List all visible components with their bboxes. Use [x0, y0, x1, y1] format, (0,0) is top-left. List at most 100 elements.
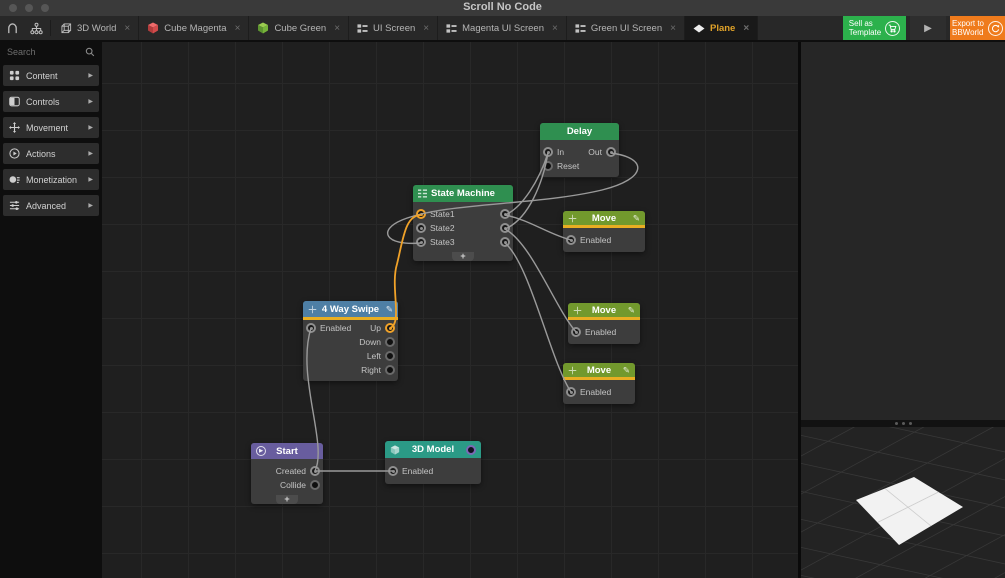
ui-screen-icon	[575, 23, 586, 33]
sidebar-item-label: Movement	[26, 122, 69, 133]
sidebar-item-controls[interactable]: Controls ▶	[3, 91, 99, 112]
wire-state3-to-move3-enabled[interactable]	[504, 242, 572, 393]
inspector-panel	[798, 42, 1005, 420]
play-icon: ▶	[924, 22, 932, 34]
node-move-2[interactable]: Move ✎ Enabled	[568, 303, 640, 344]
tab-cube-green[interactable]: Cube Green ×	[249, 16, 350, 40]
app-window: { "window": { "title": "Scroll No Code" …	[0, 0, 1005, 578]
chevron-right-icon: ▶	[88, 99, 93, 105]
node-graph-canvas[interactable]: Delay In Out Reset State Machine State1 …	[102, 42, 798, 578]
node-move-1-header[interactable]: Move ✎	[563, 211, 645, 225]
tab-bar: 3D World × Cube Magenta × Cube Green × U…	[0, 16, 1005, 42]
red-cube-icon	[148, 22, 159, 34]
tab-label: Green UI Screen	[590, 22, 663, 34]
panel-resize-handle[interactable]	[798, 420, 1005, 427]
chevron-right-icon: ▶	[88, 73, 93, 79]
node-move-3-header[interactable]: Move ✎	[563, 363, 635, 377]
port-4ws-left[interactable]	[385, 351, 395, 361]
tab-green-ui-screen[interactable]: Green UI Screen ×	[567, 16, 685, 40]
tab-label: Plane	[709, 22, 736, 34]
edit-pencil-icon[interactable]: ✎	[633, 211, 640, 225]
port-4ws-right[interactable]	[385, 365, 395, 375]
edit-pencil-icon[interactable]: ✎	[628, 303, 635, 317]
ui-screen-icon	[446, 23, 457, 33]
node-delay-header[interactable]: Delay	[540, 123, 619, 140]
ui-screen-icon	[357, 23, 368, 33]
wire-layer	[306, 152, 639, 472]
node-4-way-swipe-header[interactable]: 4 Way Swipe ✎	[303, 301, 398, 317]
tab-close-icon[interactable]: ×	[423, 23, 429, 34]
sidebar-item-actions[interactable]: Actions ▶	[3, 143, 99, 164]
tab-separator	[50, 20, 51, 36]
tab-plane[interactable]: Plane ×	[684, 16, 759, 40]
tab-close-icon[interactable]: ×	[334, 23, 340, 34]
tab-ui-screen[interactable]: UI Screen ×	[349, 16, 439, 40]
node-move-3[interactable]: Move ✎ Enabled	[563, 363, 635, 404]
tab-close-icon[interactable]: ×	[670, 23, 676, 34]
sidebar-item-advanced[interactable]: Advanced ▶	[3, 195, 99, 216]
sidebar-item-monetization[interactable]: Monetization ▶	[3, 169, 99, 190]
sell-as-template-button[interactable]: Sell as Template	[843, 16, 906, 40]
tab-label: Magenta UI Screen	[462, 22, 544, 34]
model-indicator[interactable]	[466, 441, 476, 458]
tab-close-icon[interactable]: ×	[743, 23, 749, 34]
preview-3d-viewport[interactable]	[798, 427, 1005, 578]
port-start-collide[interactable]	[310, 480, 320, 490]
node-state-machine[interactable]: State Machine State1 State2 State3 +	[413, 185, 513, 261]
drag-dots-icon	[901, 422, 905, 425]
node-delay[interactable]: Delay In Out Reset	[540, 123, 619, 177]
green-cube-icon	[258, 22, 269, 34]
sidebar-item-content[interactable]: Content ▶	[3, 65, 99, 86]
cube-icon	[390, 441, 400, 458]
content-icon	[9, 70, 20, 81]
list-icon	[418, 185, 427, 202]
node-3d-model-header[interactable]: 3D Model	[385, 441, 481, 458]
node-state-machine-header[interactable]: State Machine	[413, 185, 513, 202]
edit-pencil-icon[interactable]: ✎	[386, 301, 393, 317]
node-start[interactable]: ▶ Start Created Collide +	[251, 443, 323, 504]
node-start-header[interactable]: ▶ Start	[251, 443, 323, 459]
search-input[interactable]: Search	[0, 42, 102, 62]
port-state2-in[interactable]	[416, 223, 426, 233]
sidebar-item-label: Controls	[26, 96, 60, 107]
sidebar-item-label: Actions	[26, 148, 56, 159]
sidebar-item-movement[interactable]: Movement ▶	[3, 117, 99, 138]
add-state-button[interactable]: +	[452, 252, 474, 261]
tab-close-icon[interactable]: ×	[552, 23, 558, 34]
port-state3-in[interactable]	[416, 237, 426, 247]
sidebar-item-label: Content	[26, 70, 58, 81]
plane-icon	[693, 24, 705, 32]
node-3d-model[interactable]: 3D Model Enabled	[385, 441, 481, 484]
tab-close-icon[interactable]: ×	[124, 23, 130, 34]
component-sidebar: Search Content ▶ Controls ▶ Movement ▶ A…	[0, 42, 102, 578]
refresh-icon	[988, 20, 1003, 36]
tab-close-icon[interactable]: ×	[235, 23, 241, 34]
tab-magenta-ui-screen[interactable]: Magenta UI Screen ×	[438, 16, 567, 40]
preview-3d-scene	[801, 427, 1005, 578]
port-delay-out[interactable]	[606, 147, 616, 157]
tab-label: Cube Green	[274, 22, 327, 34]
tab-3d-world[interactable]: 3D World ×	[53, 16, 140, 40]
node-move-1[interactable]: Move ✎ Enabled	[563, 211, 645, 252]
search-placeholder: Search	[7, 47, 36, 57]
tab-cube-magenta[interactable]: Cube Magenta ×	[139, 16, 250, 40]
play-button[interactable]: ▶	[910, 16, 946, 40]
tab-label: UI Screen	[373, 22, 416, 34]
hierarchy-icon[interactable]	[24, 16, 48, 40]
export-to-bbworld-button[interactable]: Export to BBWorld	[950, 16, 1005, 40]
port-4ws-down[interactable]	[385, 337, 395, 347]
home-icon[interactable]	[0, 16, 24, 40]
tab-label: 3D World	[77, 22, 117, 34]
node-move-2-header[interactable]: Move ✎	[568, 303, 640, 317]
controls-icon	[9, 96, 20, 107]
search-icon	[85, 47, 95, 57]
node-4-way-swipe[interactable]: 4 Way Swipe ✎ Enabled Up Down Left Right	[303, 301, 398, 381]
chevron-right-icon: ▶	[88, 151, 93, 157]
chevron-right-icon: ▶	[88, 125, 93, 131]
cart-icon	[885, 20, 901, 36]
move-cross-icon	[568, 363, 577, 377]
window-title: Scroll No Code	[463, 1, 542, 13]
move-cross-icon	[568, 211, 577, 225]
edit-pencil-icon[interactable]: ✎	[623, 363, 630, 377]
add-event-button[interactable]: +	[276, 495, 298, 504]
